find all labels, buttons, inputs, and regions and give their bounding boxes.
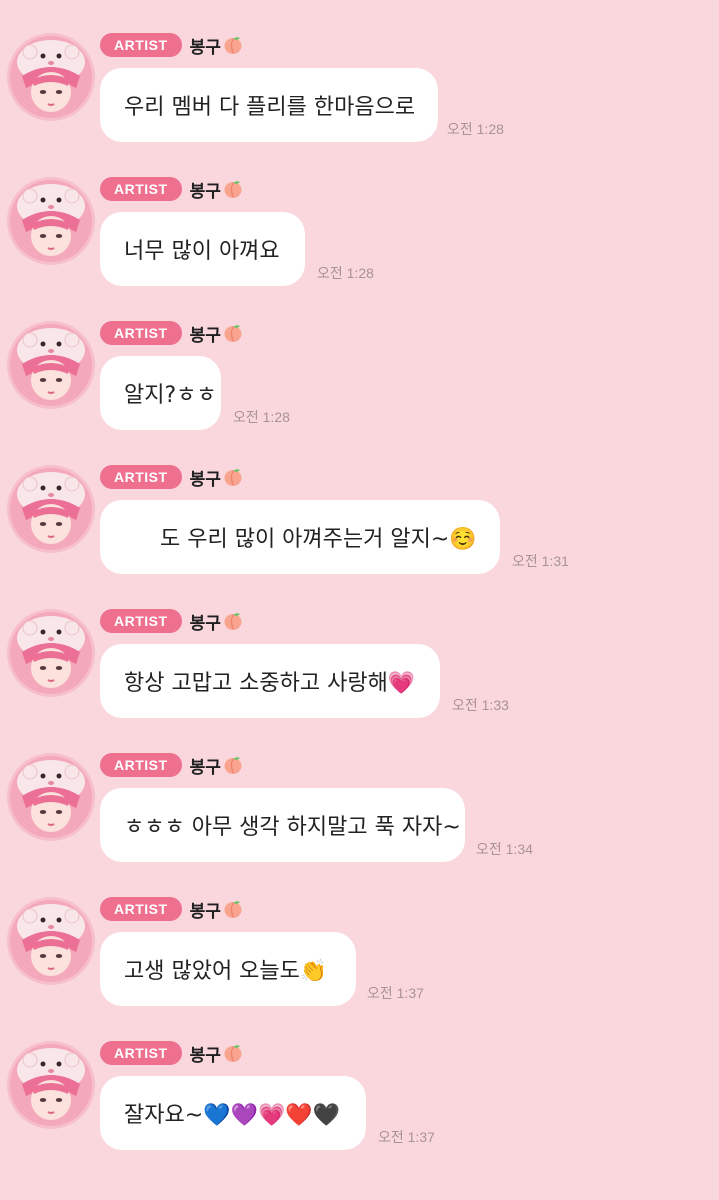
sender-row: ARTIST 봉구 [100, 320, 243, 346]
sender-name[interactable]: 봉구 [190, 753, 243, 778]
artist-avatar[interactable] [10, 468, 92, 550]
peach-icon [224, 181, 242, 198]
sender-name-label: 봉구 [189, 37, 221, 58]
sender-name[interactable]: 봉구 [190, 177, 243, 202]
sender-row: ARTIST 봉구 [100, 608, 243, 634]
artist-badge: ARTIST [100, 465, 182, 489]
sender-name-label: 봉구 [189, 613, 221, 634]
artist-badge: ARTIST [100, 177, 182, 201]
message-time: 오전 1:37 [367, 985, 424, 1001]
message-time: 오전 1:28 [447, 121, 504, 137]
message-bubble[interactable]: 항상 고맙고 소중하고 사랑해💗 [100, 644, 440, 718]
sender-row: ARTIST 봉구 [100, 176, 243, 202]
artist-avatar[interactable] [10, 756, 92, 838]
artist-badge: ARTIST [100, 897, 182, 921]
artist-badge: ARTIST [100, 753, 182, 777]
chat-list[interactable]: ARTIST 봉구 우리 멤버 다 플리를 한마음으로 오전 1:28 ARTI… [0, 0, 719, 1200]
peach-icon [224, 37, 242, 54]
sender-row: ARTIST 봉구 [100, 32, 243, 58]
message-bubble[interactable]: 잘자요~💙💜💗❤️🖤 [100, 1076, 366, 1150]
artist-avatar[interactable] [10, 324, 92, 406]
chat-message: ARTIST 봉구 ㅎㅎㅎ 아무 생각 하지말고 푹 자자~ 오전 1:34 [0, 752, 719, 896]
message-time: 오전 1:31 [512, 553, 569, 569]
peach-icon [224, 901, 242, 918]
message-bubble[interactable]: 너무 많이 아껴요 [100, 212, 305, 286]
message-time: 오전 1:34 [476, 841, 533, 857]
message-bubble[interactable]: 고생 많았어 오늘도👏 [100, 932, 356, 1006]
sender-name[interactable]: 봉구 [190, 33, 243, 58]
artist-avatar[interactable] [10, 1044, 92, 1126]
message-time: 오전 1:33 [452, 697, 509, 713]
peach-icon [224, 1045, 242, 1062]
chat-message: ARTIST 봉구 너무 많이 아껴요 오전 1:28 [0, 176, 719, 320]
artist-avatar[interactable] [10, 36, 92, 118]
chat-message: ARTIST 봉구 항상 고맙고 소중하고 사랑해💗 오전 1:33 [0, 608, 719, 752]
message-time: 오전 1:37 [378, 1129, 435, 1145]
artist-badge: ARTIST [100, 33, 182, 57]
sender-row: ARTIST 봉구 [100, 464, 243, 490]
peach-icon [224, 469, 242, 486]
sender-name[interactable]: 봉구 [190, 1041, 243, 1066]
chat-message: ARTIST 봉구 알지?ㅎㅎ 오전 1:28 [0, 320, 719, 464]
sender-name-label: 봉구 [189, 757, 221, 778]
chat-message: ARTIST 봉구 고생 많았어 오늘도👏 오전 1:37 [0, 896, 719, 1040]
sender-name[interactable]: 봉구 [190, 897, 243, 922]
message-bubble[interactable]: 우리 멤버 다 플리를 한마음으로 [100, 68, 438, 142]
peach-icon [224, 613, 242, 630]
sender-name-label: 봉구 [189, 469, 221, 490]
peach-icon [224, 325, 242, 342]
message-time: 오전 1:28 [233, 409, 290, 425]
message-bubble[interactable]: 알지?ㅎㅎ [100, 356, 221, 430]
peach-icon [224, 757, 242, 774]
artist-badge: ARTIST [100, 609, 182, 633]
artist-avatar[interactable] [10, 612, 92, 694]
message-bubble[interactable]: ㅎㅎㅎ 아무 생각 하지말고 푹 자자~ [100, 788, 465, 862]
artist-badge: ARTIST [100, 1041, 182, 1065]
chat-message: ARTIST 봉구 우리 멤버 다 플리를 한마음으로 오전 1:28 [0, 32, 719, 176]
sender-name[interactable]: 봉구 [190, 321, 243, 346]
sender-name-label: 봉구 [189, 325, 221, 346]
sender-row: ARTIST 봉구 [100, 1040, 243, 1066]
artist-avatar[interactable] [10, 180, 92, 262]
artist-badge: ARTIST [100, 321, 182, 345]
sender-row: ARTIST 봉구 [100, 896, 243, 922]
sender-name-label: 봉구 [189, 1045, 221, 1066]
sender-name-label: 봉구 [189, 181, 221, 202]
sender-row: ARTIST 봉구 [100, 752, 243, 778]
message-time: 오전 1:28 [317, 265, 374, 281]
sender-name[interactable]: 봉구 [190, 465, 243, 490]
chat-message: ARTIST 봉구 잘자요~💙💜💗❤️🖤 오전 1:37 [0, 1040, 719, 1184]
chat-message: ARTIST 봉구 도 우리 많이 아껴주는거 알지~☺️ 오전 1:31 [0, 464, 719, 608]
sender-name[interactable]: 봉구 [190, 609, 243, 634]
sender-name-label: 봉구 [189, 901, 221, 922]
message-bubble[interactable]: 도 우리 많이 아껴주는거 알지~☺️ [100, 500, 500, 574]
artist-avatar[interactable] [10, 900, 92, 982]
